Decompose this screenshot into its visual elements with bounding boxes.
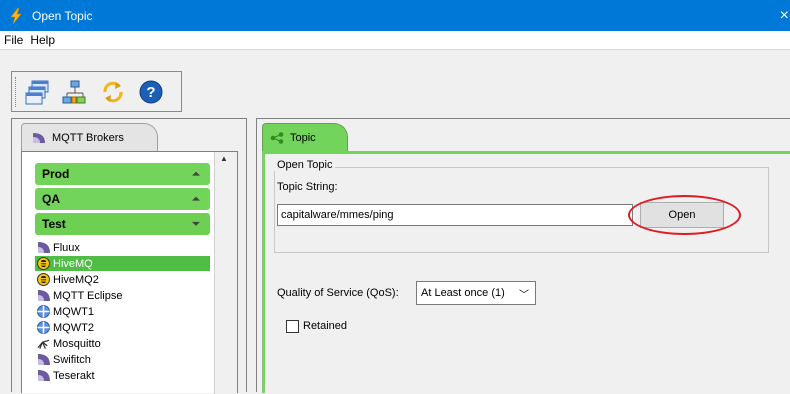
mosquitto-icon [37,337,50,350]
broker-label: MQWT2 [53,321,94,334]
broker-signal-icon [37,353,50,366]
scroll-up-arrow-icon[interactable]: ▲ [220,154,228,163]
retained-checkbox[interactable] [286,320,299,333]
bee-icon [37,273,50,286]
toolbar-group: ? [11,71,182,112]
menu-bar: File Help [0,31,790,50]
bee-icon [37,257,50,270]
broker-item-mqwt2[interactable]: MQWT2 [35,320,210,335]
globe-icon [37,321,50,334]
broker-label: HiveMQ2 [53,273,99,286]
broker-signal-icon [37,289,50,302]
qos-label: Quality of Service (QoS): [277,287,399,299]
window-title: Open Topic [32,8,93,23]
chevron-down-icon: ﹀ [519,290,529,301]
topic-panel: Topic Open Topic Topic String: capitalwa… [256,118,790,394]
broker-label: MQWT1 [53,305,94,318]
broker-label: Mosquitto [53,337,101,350]
group-label: Prod [42,167,70,181]
brokers-panel: MQTT Brokers Prod ⏶ QA ⏶ Test ⏷ Fluux Hi… [11,118,247,394]
broker-item-hivemq[interactable]: HiveMQ [35,256,210,271]
broker-item-mqwt1[interactable]: MQWT1 [35,304,210,319]
broker-item-swifitch[interactable]: Swifitch [35,352,210,367]
title-bar: Open Topic × [0,0,790,31]
globe-icon [37,305,50,318]
network-connect-icon[interactable] [58,75,91,108]
menu-help[interactable]: Help [30,33,55,47]
broker-signal-icon [37,369,50,382]
broker-item-hivemq2[interactable]: HiveMQ2 [35,272,210,287]
svg-text:?: ? [146,84,155,101]
broker-label: MQTT Eclipse [53,289,123,302]
broker-item-teserakt[interactable]: Teserakt [35,368,210,383]
topic-content: Open Topic Topic String: capitalware/mme… [265,154,790,394]
group-test[interactable]: Test ⏷ [35,213,210,235]
broker-label: Swifitch [53,353,91,366]
toolbar-grip[interactable] [15,77,17,107]
menu-file[interactable]: File [4,33,23,47]
broker-item-fluux[interactable]: Fluux [35,240,210,255]
group-title: Open Topic [274,159,336,171]
vertical-scrollbar[interactable]: ▲ [214,152,237,394]
broker-label: HiveMQ [53,257,93,270]
chevron-up-icon: ⏶ [192,168,200,180]
group-prod[interactable]: Prod ⏶ [35,163,210,185]
tab-label: Topic [290,131,316,144]
broker-label: Fluux [53,241,80,254]
chevron-down-icon: ⏷ [192,218,200,230]
tree-area: Prod ⏶ QA ⏶ Test ⏷ Fluux HiveMQ HiveMQ2 … [22,152,215,394]
broker-label: Teserakt [53,369,95,382]
qos-selected-value: At Least once (1) [421,287,505,299]
tab-label: MQTT Brokers [52,131,124,144]
help-icon[interactable]: ? [134,75,167,108]
broker-signal-icon [37,241,50,254]
tab-topic[interactable]: Topic [262,123,348,151]
toolbar: ? [0,51,790,117]
retained-label: Retained [303,320,348,332]
group-label: Test [42,217,66,231]
broker-item-mosquitto[interactable]: Mosquitto [35,336,210,351]
qos-dropdown[interactable]: At Least once (1) ﹀ [416,281,536,305]
broker-signal-icon [32,132,46,144]
close-icon[interactable]: × [776,0,790,31]
topic-string-input[interactable]: capitalware/mmes/ping [277,204,633,226]
chevron-up-icon: ⏶ [192,193,200,205]
group-qa[interactable]: QA ⏶ [35,188,210,210]
topic-share-icon [270,131,284,144]
tab-mqtt-brokers[interactable]: MQTT Brokers [21,123,158,151]
window-stack-icon[interactable] [20,75,53,108]
broker-tree: Prod ⏶ QA ⏶ Test ⏷ Fluux HiveMQ HiveMQ2 … [21,151,238,394]
refresh-icon[interactable] [96,75,129,108]
topic-string-label: Topic String: [277,181,338,193]
broker-item-mqtt-eclipse[interactable]: MQTT Eclipse [35,288,210,303]
open-button[interactable]: Open [640,202,724,228]
topic-tab-frame: Open Topic Topic String: capitalware/mme… [262,151,790,394]
group-label: QA [42,192,60,206]
app-lightning-icon [9,7,23,24]
